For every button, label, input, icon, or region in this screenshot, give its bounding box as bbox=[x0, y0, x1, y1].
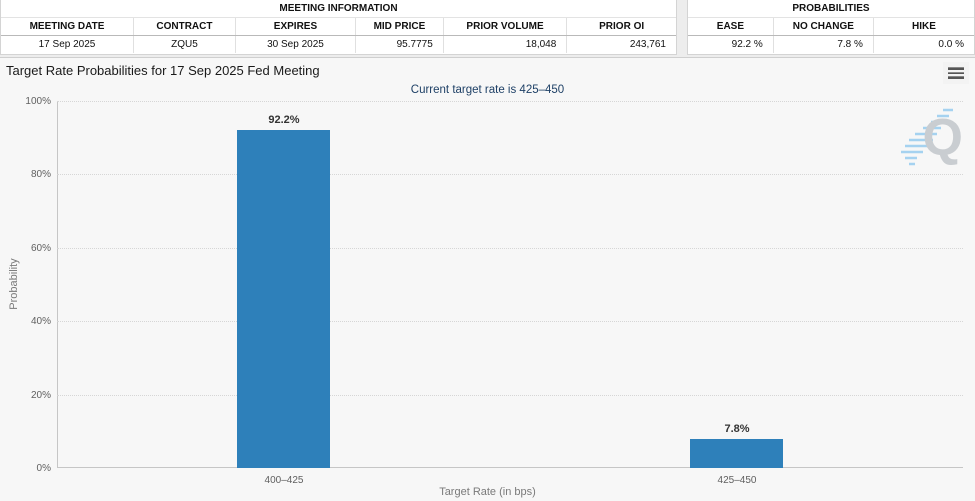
probabilities-title: PROBABILITIES bbox=[688, 0, 974, 18]
header-prior-volume: PRIOR VOLUME bbox=[444, 18, 568, 35]
y-tick-100%: 100% bbox=[25, 96, 51, 107]
value-ease: 92.2 % bbox=[688, 36, 774, 53]
value-meeting-date: 17 Sep 2025 bbox=[1, 36, 134, 53]
probabilities-table: PROBABILITIES EASE NO CHANGE HIKE 92.2 %… bbox=[687, 0, 975, 55]
y-tick-60%: 60% bbox=[30, 242, 51, 254]
value-prior-volume: 18,048 bbox=[444, 36, 568, 53]
target-rate-probabilities-chart: Target Rate Probabilities for 17 Sep 202… bbox=[0, 57, 975, 501]
value-contract: ZQU5 bbox=[134, 36, 236, 53]
header-hike: HIKE bbox=[911, 21, 936, 32]
meeting-information-table: MEETING INFORMATION MEETING DATE CONTRAC… bbox=[0, 0, 677, 55]
hamburger-icon bbox=[948, 67, 964, 70]
bar-value-label-400–425: 92.2% bbox=[268, 114, 300, 126]
chart-subtitle: Current target rate is 425–450 bbox=[410, 84, 565, 96]
y-tick-40%: 40% bbox=[30, 316, 51, 328]
header-ease: EASE bbox=[688, 18, 774, 35]
meeting-information-data-row: 17 Sep 2025 ZQU5 30 Sep 2025 95.7775 18,… bbox=[1, 36, 676, 53]
chart-title: Target Rate Probabilities for 17 Sep 202… bbox=[6, 63, 320, 78]
bar-value-label-425–450: 7.8% bbox=[724, 423, 750, 435]
meeting-information-title: MEETING INFORMATION bbox=[1, 0, 676, 18]
y-gridline-60% bbox=[57, 247, 963, 249]
header-prior-oi: PRIOR OI bbox=[599, 21, 645, 32]
y-gridline-20% bbox=[57, 394, 963, 396]
probabilities-data-row: 92.2 % 7.8 % 0.0 % bbox=[688, 36, 974, 53]
header-contract: CONTRACT bbox=[134, 18, 236, 35]
header-mid-price: MID PRICE bbox=[356, 18, 444, 35]
y-gridline-100% bbox=[57, 101, 963, 102]
value-mid-price: 95.7775 bbox=[356, 36, 444, 53]
y-tick-0%: 0% bbox=[36, 463, 51, 474]
header-meeting-date: MEETING DATE bbox=[1, 18, 134, 35]
x-axis-title: Target Rate (in bps) bbox=[439, 486, 536, 498]
chart-export-menu-button[interactable] bbox=[943, 62, 969, 84]
y-gridline-80% bbox=[57, 174, 963, 176]
value-hike: 0.0 % bbox=[938, 39, 964, 50]
x-category-label-425–450: 425–450 bbox=[717, 475, 757, 486]
y-axis-title: Probability bbox=[8, 258, 20, 310]
bar-425–450[interactable] bbox=[690, 439, 783, 468]
value-prior-oi: 243,761 bbox=[629, 39, 666, 50]
value-no-change: 7.8 % bbox=[774, 36, 874, 53]
y-tick-20%: 20% bbox=[30, 389, 51, 401]
y-gridline-40% bbox=[57, 321, 963, 323]
meeting-information-header-row: MEETING DATE CONTRACT EXPIRES MID PRICE … bbox=[1, 18, 676, 36]
bar-400–425[interactable] bbox=[237, 130, 330, 468]
y-tick-80%: 80% bbox=[30, 169, 51, 181]
header-expires: EXPIRES bbox=[236, 18, 357, 35]
x-category-label-400–425: 400–425 bbox=[264, 475, 304, 486]
header-no-change: NO CHANGE bbox=[774, 18, 874, 35]
plot-area bbox=[57, 101, 963, 468]
value-expires: 30 Sep 2025 bbox=[236, 36, 357, 53]
probabilities-header-row: EASE NO CHANGE HIKE bbox=[688, 18, 974, 36]
